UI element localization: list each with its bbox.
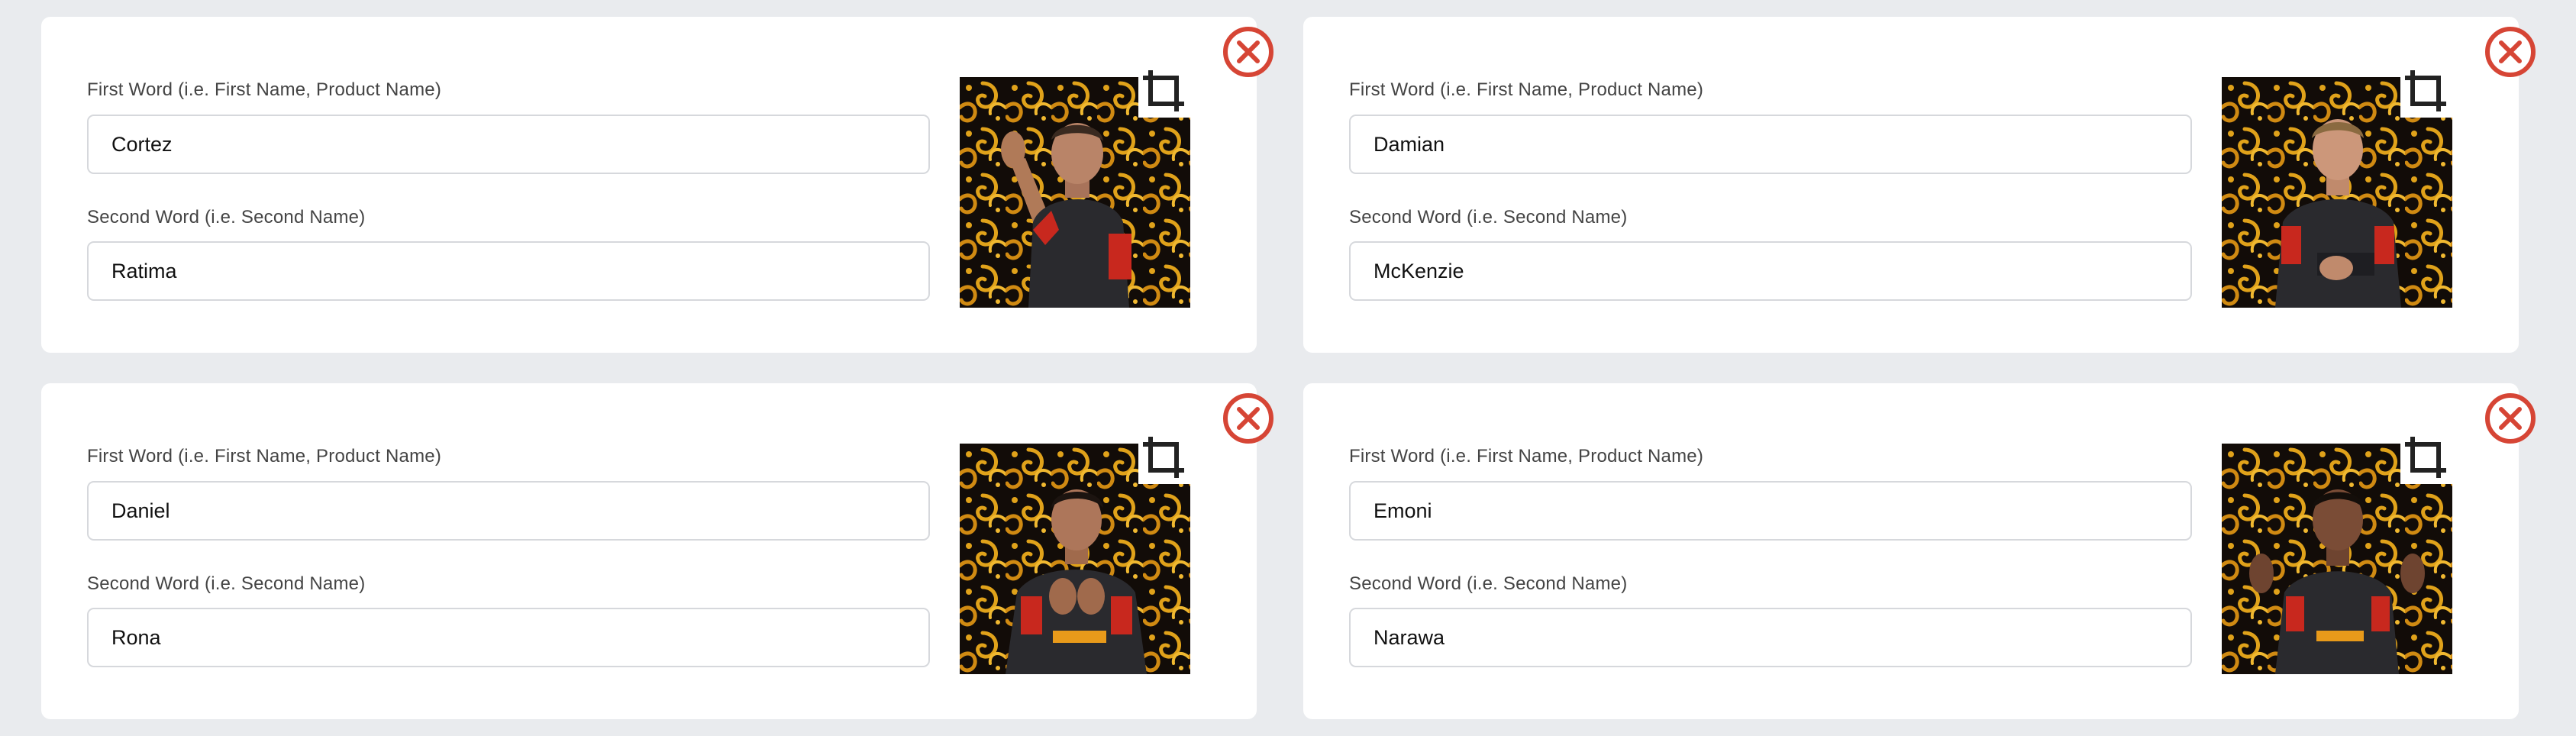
- first-word-input[interactable]: [1349, 481, 2192, 541]
- first-word-input[interactable]: [1349, 115, 2192, 174]
- second-word-label: Second Word (i.e. Second Name): [1349, 207, 1628, 228]
- second-word-input[interactable]: [87, 608, 930, 667]
- second-word-input[interactable]: [1349, 608, 2192, 667]
- close-circle-icon: [2485, 393, 2536, 444]
- entry-card: First Word (i.e. First Name, Product Nam…: [41, 383, 1273, 719]
- crop-button[interactable]: [1138, 66, 1190, 118]
- first-word-input[interactable]: [87, 481, 930, 541]
- remove-entry-button[interactable]: [2484, 25, 2537, 79]
- second-word-input[interactable]: [1349, 241, 2192, 301]
- remove-entry-button[interactable]: [1222, 25, 1275, 79]
- second-word-label: Second Word (i.e. Second Name): [87, 573, 366, 594]
- crop-icon: [1143, 70, 1184, 111]
- remove-entry-button[interactable]: [2484, 392, 2537, 445]
- close-circle-icon: [1223, 393, 1273, 444]
- second-word-input[interactable]: [87, 241, 930, 301]
- second-word-label: Second Word (i.e. Second Name): [87, 207, 366, 228]
- crop-button[interactable]: [2400, 432, 2452, 484]
- close-circle-icon: [1223, 27, 1273, 77]
- second-word-label: Second Word (i.e. Second Name): [1349, 573, 1628, 594]
- first-word-label: First Word (i.e. First Name, Product Nam…: [87, 79, 442, 100]
- first-word-input[interactable]: [87, 115, 930, 174]
- first-word-label: First Word (i.e. First Name, Product Nam…: [1349, 446, 1704, 466]
- first-word-label: First Word (i.e. First Name, Product Nam…: [87, 446, 442, 466]
- entry-card: First Word (i.e. First Name, Product Nam…: [1303, 383, 2536, 719]
- close-circle-icon: [2485, 27, 2536, 77]
- crop-button[interactable]: [1138, 432, 1190, 484]
- crop-button[interactable]: [2400, 66, 2452, 118]
- crop-icon: [2405, 70, 2446, 111]
- first-word-label: First Word (i.e. First Name, Product Nam…: [1349, 79, 1704, 100]
- crop-icon: [2405, 437, 2446, 478]
- crop-icon: [1143, 437, 1184, 478]
- entry-card: First Word (i.e. First Name, Product Nam…: [1303, 17, 2536, 353]
- remove-entry-button[interactable]: [1222, 392, 1275, 445]
- entry-card: First Word (i.e. First Name, Product Nam…: [41, 17, 1273, 353]
